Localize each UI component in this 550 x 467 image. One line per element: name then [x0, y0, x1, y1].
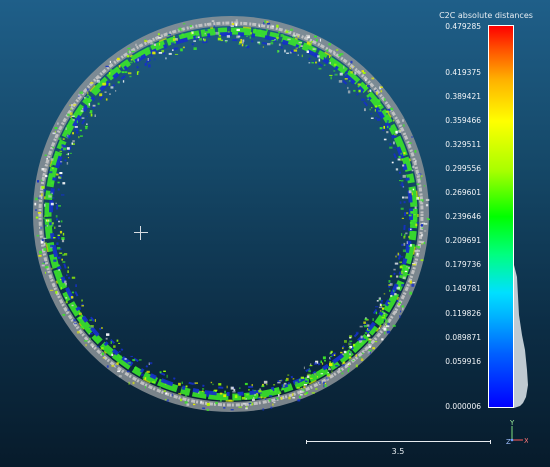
colorbar-tick: 0.119826	[445, 309, 481, 318]
scale-bar-label: 3.5	[391, 447, 405, 456]
axis-z-label: Z	[506, 438, 511, 444]
color-scale-histogram	[514, 265, 528, 408]
colorbar-tick: 0.089871	[445, 333, 481, 342]
scalar-field-title: C2C absolute distances	[439, 11, 533, 20]
colorbar-tick: 0.299556	[445, 164, 481, 173]
colorbar-tick: 0.239646	[445, 212, 481, 221]
crosshair-icon	[134, 226, 148, 240]
colorbar-tick: 0.389421	[445, 92, 481, 101]
colorbar-tick: 0.269601	[445, 188, 481, 197]
color-scale-bar	[488, 25, 514, 408]
colorbar-tick: 0.209691	[445, 236, 481, 245]
3d-viewport[interactable]: C2C absolute distances 0.479285 0.419375…	[0, 0, 550, 467]
axis-y-label: Y	[509, 419, 515, 427]
colorbar-tick: 0.149781	[445, 284, 481, 293]
colorbar-tick: 0.419375	[445, 68, 481, 77]
colorbar-tick: 0.059916	[445, 357, 481, 366]
colorbar-tick: 0.329511	[445, 140, 481, 149]
colorbar-tick: 0.359466	[445, 116, 481, 125]
colorbar-tick: 0.000006	[445, 402, 481, 411]
axis-trihedron-icon: Y X Z	[506, 419, 528, 444]
axis-x-label: X	[524, 437, 528, 444]
colorbar-tick: 0.179736	[445, 260, 481, 269]
scale-bar	[306, 440, 491, 444]
colorbar-tick: 0.479285	[445, 22, 481, 31]
